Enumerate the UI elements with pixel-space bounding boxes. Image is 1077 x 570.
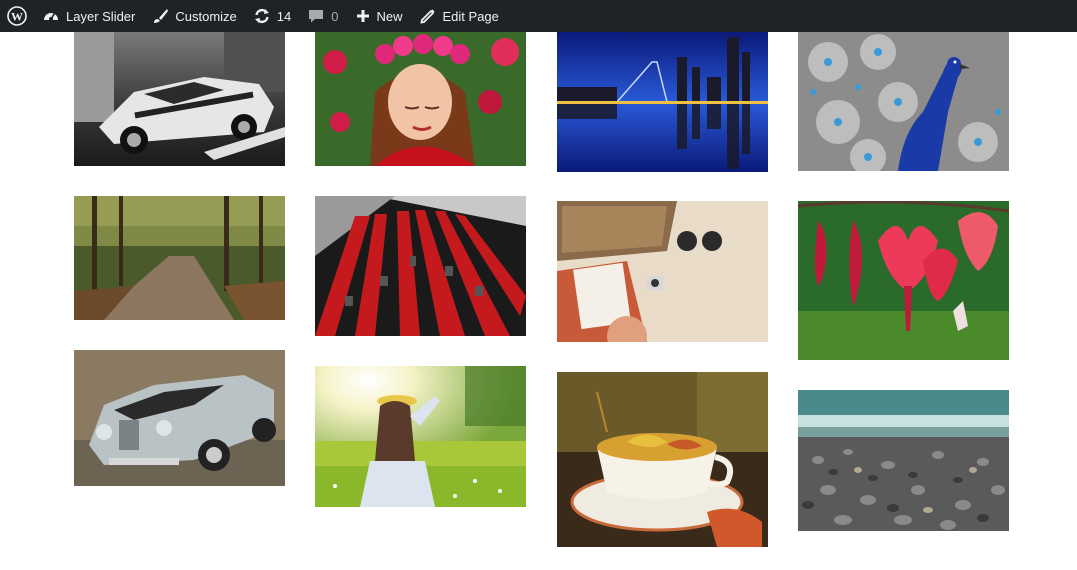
new-content-button[interactable]: New xyxy=(347,0,411,32)
comments-button[interactable]: 0 xyxy=(299,0,346,32)
gallery-image-peacock[interactable] xyxy=(798,32,1009,171)
gallery-image-city-reflection[interactable] xyxy=(557,32,768,172)
wp-admin-bar: W Layer Slider Customize 14 0 New Edit P… xyxy=(0,0,1077,32)
new-label: New xyxy=(376,8,403,24)
edit-page-button[interactable]: Edit Page xyxy=(411,0,507,32)
refresh-icon xyxy=(253,7,271,25)
wordpress-logo-icon: W xyxy=(7,6,27,26)
wp-logo-menu[interactable]: W xyxy=(0,0,34,32)
comments-count: 0 xyxy=(331,8,339,24)
gallery-image-red-building[interactable] xyxy=(315,196,526,336)
edit-page-label: Edit Page xyxy=(442,8,499,24)
plus-icon xyxy=(355,8,371,24)
gallery-image-flower-crown-girl[interactable] xyxy=(315,32,526,166)
gallery-image-flatlay-accessories[interactable] xyxy=(557,201,768,342)
site-name-label: Layer Slider xyxy=(66,8,136,24)
paintbrush-icon xyxy=(151,7,169,25)
pencil-icon xyxy=(419,7,437,25)
gallery-image-autumn-teacup[interactable] xyxy=(557,372,768,547)
site-name-menu[interactable]: Layer Slider xyxy=(34,0,143,32)
comment-bubble-icon xyxy=(307,7,325,25)
gallery-image-forest-road[interactable] xyxy=(74,196,285,320)
dashboard-icon xyxy=(42,7,60,25)
gallery-image-sunny-meadow[interactable] xyxy=(315,366,526,507)
image-gallery xyxy=(0,0,1077,570)
gallery-image-vintage-convertible[interactable] xyxy=(74,350,285,486)
customize-label: Customize xyxy=(175,8,237,24)
gallery-image-bleeding-hearts[interactable] xyxy=(798,201,1009,360)
gallery-image-sports-car[interactable] xyxy=(74,32,285,166)
customize-button[interactable]: Customize xyxy=(143,0,244,32)
gallery-image-pebble-beach[interactable] xyxy=(798,390,1009,531)
updates-button[interactable]: 14 xyxy=(245,0,299,32)
svg-text:W: W xyxy=(11,10,23,24)
updates-count: 14 xyxy=(276,8,292,24)
